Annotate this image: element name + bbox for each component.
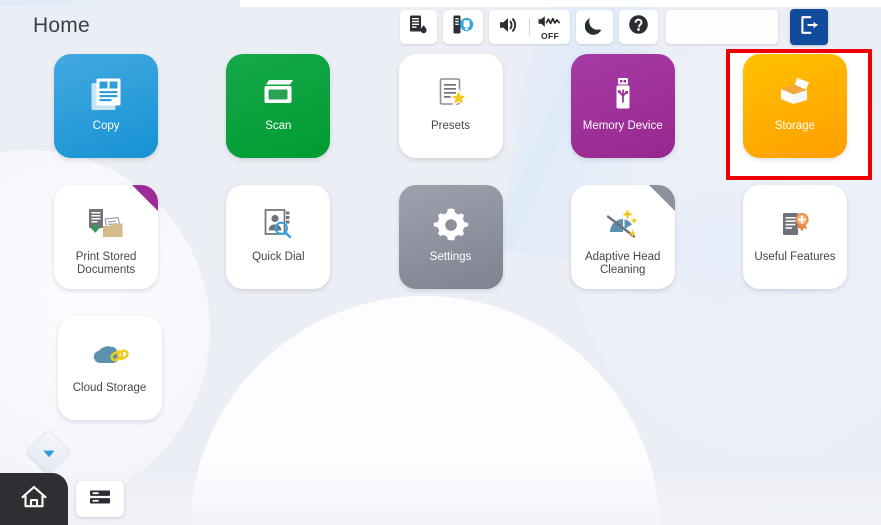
help-button[interactable] [619,10,658,44]
job-status-button[interactable] [76,481,124,517]
ink-level-icon [409,14,428,40]
useful-features-icon [743,202,847,248]
home-button[interactable] [0,473,68,525]
home-house-icon [19,483,49,516]
tile-label: Copy [92,120,120,132]
tile-label: Memory Device [582,120,663,132]
tile-row: Copy Scan Presets Memory Device Storage [0,54,881,185]
printer-home-screen: Home OFF Copy Scan Presets Memory Device… [0,0,881,525]
tile-scan[interactable]: Scan [226,54,331,158]
page-title: Home [33,14,90,37]
sound-button[interactable] [489,10,529,44]
tile-cell: Settings [364,185,536,316]
tile-label: Cloud Storage [72,382,147,394]
sleep-mode-button[interactable] [576,10,613,44]
scanner-icon [226,71,330,117]
bg-bottom-fade [0,465,881,525]
quiet-mode-button[interactable]: OFF [530,10,570,44]
tile-row: Cloud Storage [0,316,881,447]
help-icon [628,14,649,40]
tile-label: Useful Features [754,251,836,263]
tile-label: Adaptive Head Cleaning [584,251,661,276]
tile-row: Print Stored Documents Quick Dial Settin… [0,185,881,316]
ink-level-button[interactable] [400,10,437,44]
tile-settings[interactable]: Settings [398,185,503,289]
sound-settings-group: OFF [489,10,570,44]
maintenance-box-button[interactable] [443,10,483,44]
scroll-down-arrow-icon [41,444,57,460]
sound-icon [498,16,520,39]
tile-storage[interactable]: Storage [742,54,847,158]
tile-cell: Storage [709,54,881,185]
logout-button[interactable] [790,9,828,45]
copy-document-icon [54,71,158,117]
logout-icon [798,14,820,41]
purple-corner-badge [132,185,159,211]
tile-cell: Useful Features [709,185,881,316]
tile-quick-dial[interactable]: Quick Dial [226,185,331,289]
bottom-navigation-bar [0,473,124,525]
tile-label: Scan [265,120,292,132]
tile-useful-features[interactable]: Useful Features [742,185,847,289]
cloud-storage-link-icon [58,333,162,379]
tile-memory-device[interactable]: Memory Device [570,54,675,158]
tile-cell: Adaptive Head Cleaning [537,185,709,316]
tile-cell: Memory Device [537,54,709,185]
tile-presets[interactable]: Presets [398,54,503,158]
tile-cell: Scan [192,54,364,185]
presets-star-icon [399,71,503,117]
tile-copy[interactable]: Copy [54,54,159,158]
tile-cell: Cloud Storage [20,316,199,447]
status-bar: OFF [400,9,828,45]
tile-cell: Copy [20,54,192,185]
tile-label: Print Stored Documents [75,251,137,276]
usb-memory-device-icon [571,71,675,117]
user-name-field[interactable] [666,10,778,44]
tile-cell: Print Stored Documents [20,185,192,316]
gray-corner-badge [648,185,675,211]
quiet-mode-state-label: OFF [541,30,559,41]
maintenance-box-icon [452,14,474,40]
tile-print-stored-documents[interactable]: Print Stored Documents [54,185,159,289]
tile-cloud-storage[interactable]: Cloud Storage [57,316,162,420]
job-status-lines-icon [88,488,112,511]
app-tile-grid: Copy Scan Presets Memory Device Storage … [0,54,881,447]
tile-adaptive-head-cleaning[interactable]: Adaptive Head Cleaning [570,185,675,289]
tile-label: Storage [774,120,816,132]
tile-label: Quick Dial [252,251,305,263]
tile-label: Presets [431,120,470,132]
storage-box-icon [743,71,847,117]
tile-cell: Quick Dial [192,185,364,316]
gear-icon [399,202,503,248]
sleep-mode-icon [584,15,604,40]
quick-dial-contact-icon [226,202,330,248]
quiet-mode-icon [537,15,563,33]
tile-label: Settings [429,251,472,263]
tile-cell: Presets [364,54,536,185]
